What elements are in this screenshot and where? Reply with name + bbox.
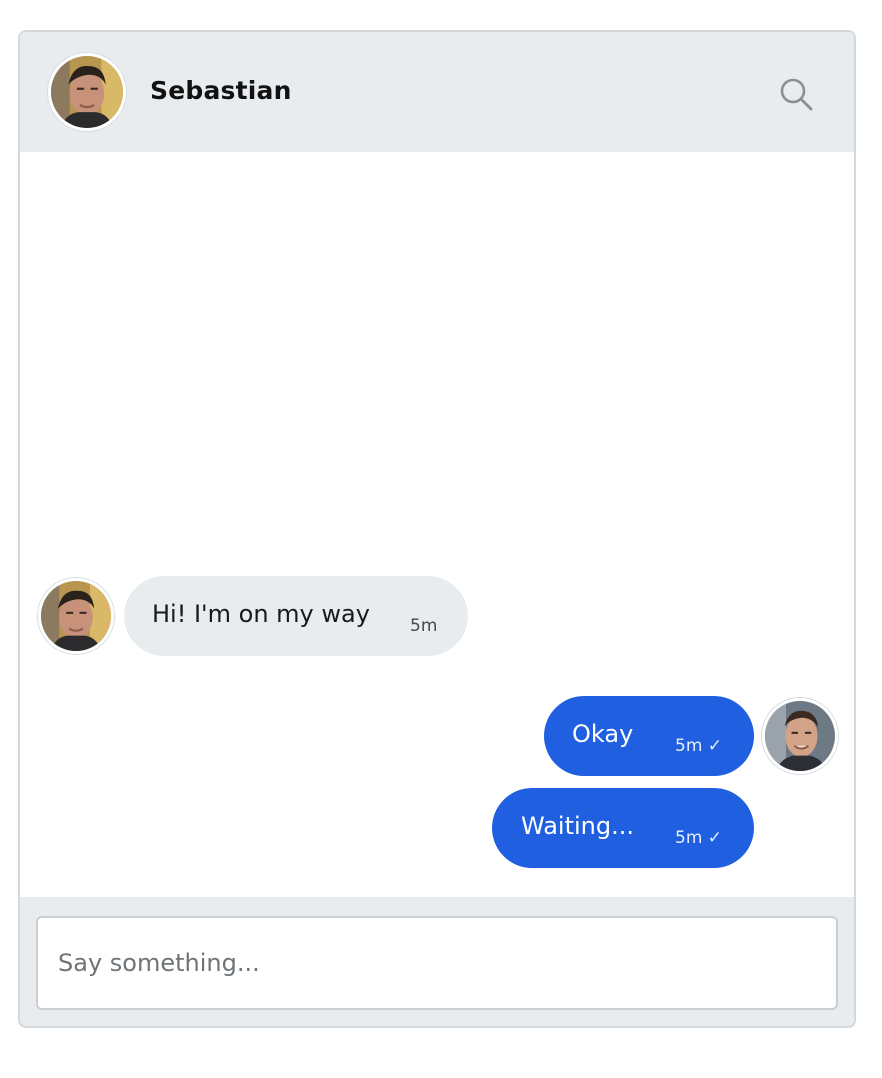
message-text: Hi! I'm on my way bbox=[152, 600, 370, 628]
message-text: Okay bbox=[572, 720, 634, 748]
message-text: Waiting... bbox=[521, 812, 634, 840]
message-time: 5m ✓ bbox=[675, 736, 723, 756]
sender-avatar-image bbox=[41, 581, 111, 651]
message-time: 5m bbox=[410, 616, 438, 636]
contact-name: Sebastian bbox=[150, 76, 292, 105]
message-input[interactable] bbox=[36, 916, 838, 1010]
search-button[interactable] bbox=[776, 74, 816, 114]
chat-window: Sebastian Hi! I'm on my way 5m Okay 5m ✓… bbox=[18, 30, 856, 1028]
message-time: 5m ✓ bbox=[675, 828, 723, 848]
composer bbox=[20, 897, 854, 1026]
search-icon bbox=[780, 78, 813, 111]
sender-avatar bbox=[38, 578, 114, 654]
message-list[interactable]: Hi! I'm on my way 5m Okay 5m ✓ Waiting..… bbox=[20, 152, 854, 897]
outgoing-message-bubble[interactable]: Okay 5m ✓ bbox=[544, 696, 754, 776]
contact-avatar[interactable] bbox=[48, 53, 126, 131]
user-avatar-image bbox=[765, 701, 835, 771]
chat-header: Sebastian bbox=[20, 32, 854, 152]
outgoing-message-bubble[interactable]: Waiting... 5m ✓ bbox=[492, 788, 754, 868]
user-avatar bbox=[762, 698, 838, 774]
incoming-message-bubble[interactable]: Hi! I'm on my way 5m bbox=[124, 576, 468, 656]
contact-avatar-image bbox=[51, 56, 123, 128]
